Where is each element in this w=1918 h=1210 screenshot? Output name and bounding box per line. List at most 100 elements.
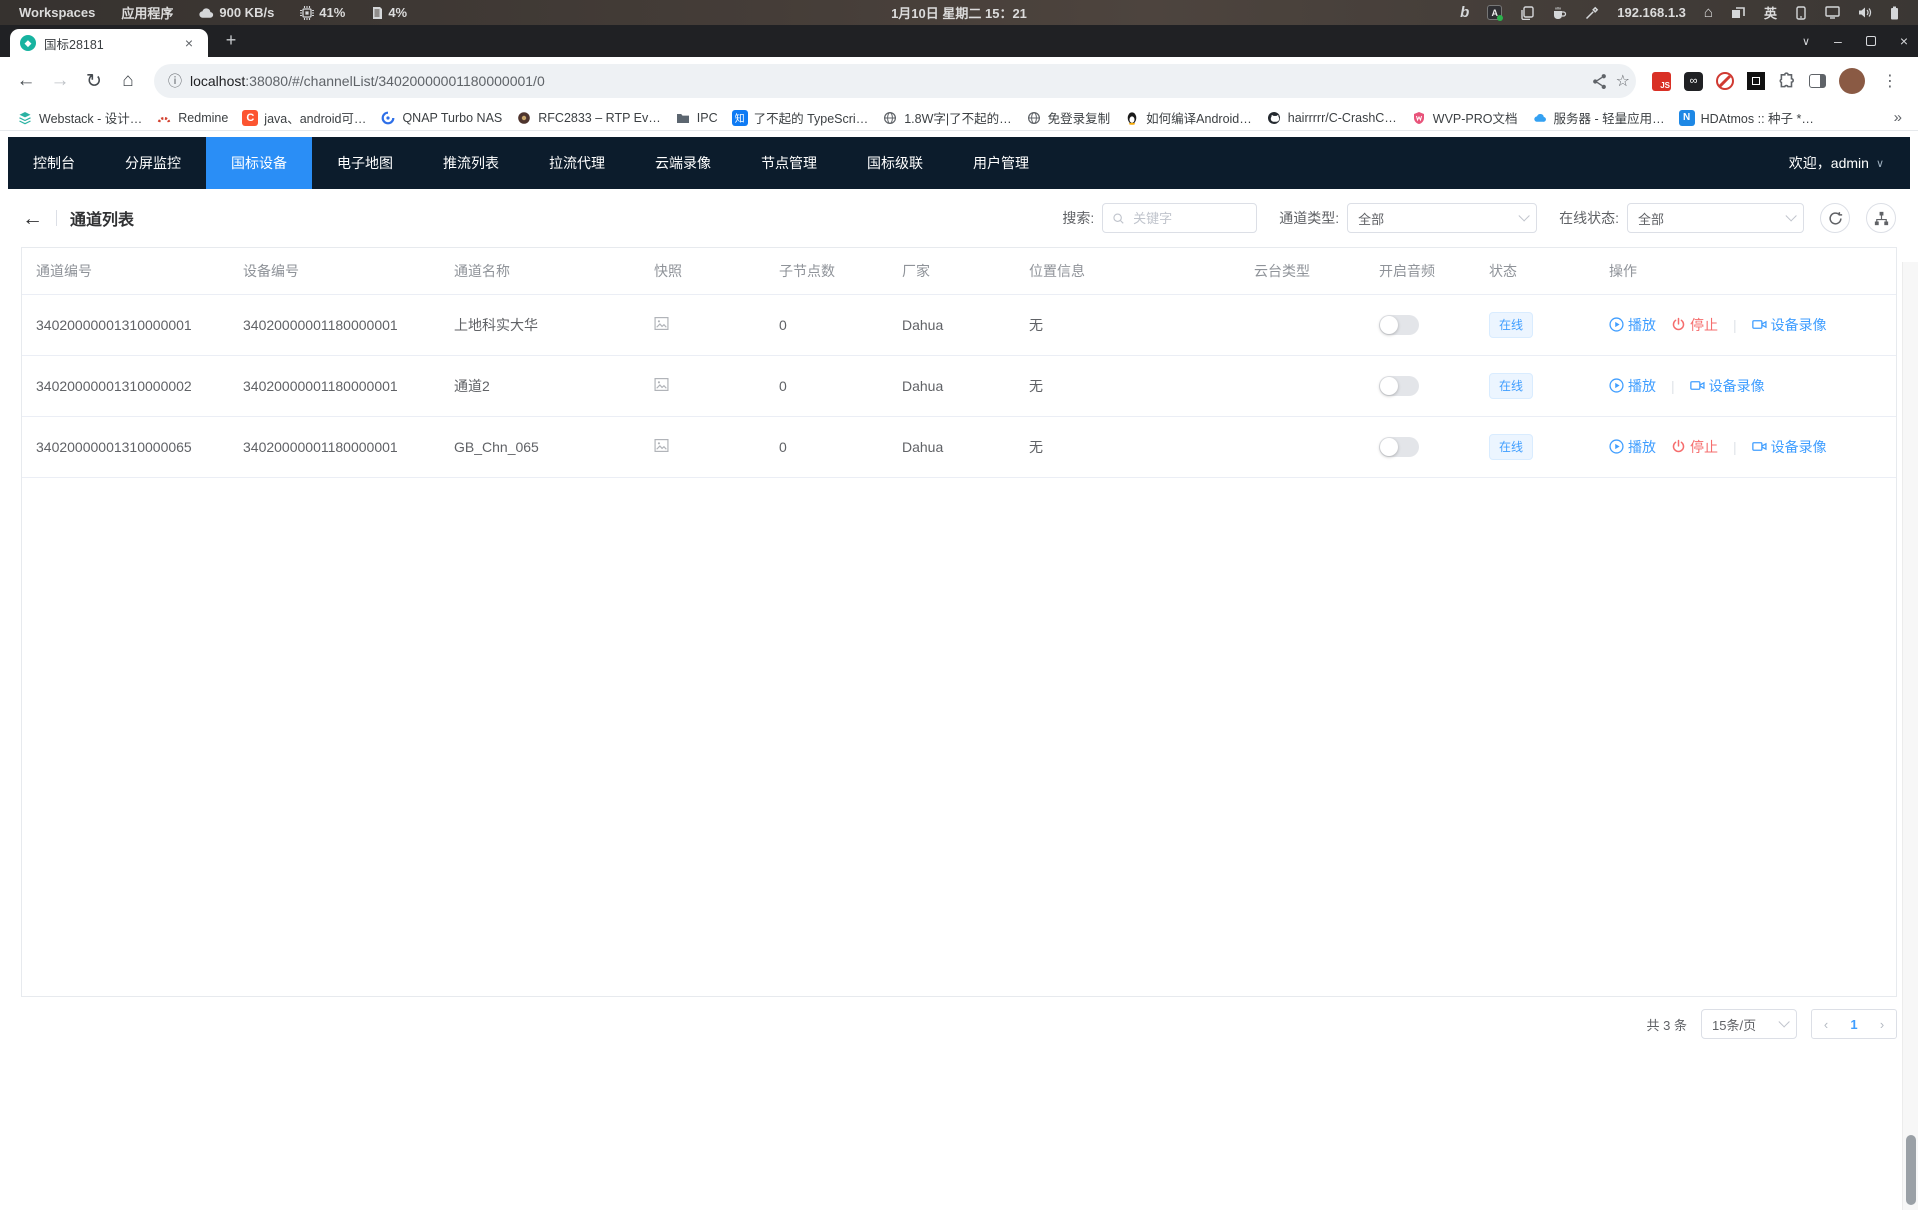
current-page[interactable]: 1 [1840, 1017, 1868, 1032]
home-tray-icon[interactable]: ⌂ [1695, 0, 1722, 25]
browser-tab[interactable]: ◆ 国标28181 × [10, 29, 208, 57]
bing-tray-icon[interactable]: b [1451, 0, 1478, 25]
nav-item-gb-cascade[interactable]: 国标级联 [842, 137, 948, 189]
nav-item-push-stream-list[interactable]: 推流列表 [418, 137, 524, 189]
nav-item-split-screen[interactable]: 分屏监控 [100, 137, 206, 189]
input-method-indicator[interactable]: 英 [1755, 0, 1786, 25]
bookmarks-overflow-icon[interactable]: » [1888, 109, 1908, 126]
device-tree-button[interactable] [1866, 203, 1896, 233]
audio-toggle[interactable] [1379, 376, 1419, 396]
color-picker-tray-icon[interactable] [1576, 0, 1608, 25]
nav-item-console[interactable]: 控制台 [8, 137, 100, 189]
stop-button[interactable]: 停止 [1671, 437, 1718, 457]
reload-button[interactable]: ↻ [78, 65, 110, 97]
bookmark-zhihu-typescript[interactable]: 知 了不起的 TypeScri… [725, 106, 876, 129]
dark-square-extension-icon[interactable] [1747, 72, 1765, 90]
site-info-icon[interactable]: ⓘ [168, 71, 182, 91]
display-tray-icon[interactable] [1816, 0, 1849, 25]
stop-button[interactable]: 停止 [1671, 315, 1718, 335]
bookmark-folder-ipc[interactable]: IPC [668, 108, 725, 128]
device-record-button[interactable]: 设备录像 [1752, 437, 1827, 457]
col-ptz-type: 云台类型 [1244, 248, 1369, 294]
nav-item-e-map[interactable]: 电子地图 [312, 137, 418, 189]
play-circle-icon [1609, 317, 1624, 332]
profile-avatar[interactable] [1839, 68, 1865, 94]
window-minimize-button[interactable]: – [1834, 33, 1842, 49]
address-bar[interactable]: ⓘ localhost:38080/#/channelList/34020000… [154, 64, 1636, 98]
audio-toggle[interactable] [1379, 315, 1419, 335]
forward-button[interactable]: → [44, 65, 76, 97]
system-clock[interactable]: 1月10日 星期二 15：21 [891, 3, 1027, 22]
bookmark-redmine[interactable]: Redmine [149, 108, 235, 128]
window-maximize-button[interactable] [1866, 36, 1876, 46]
new-tab-button[interactable]: + [218, 27, 244, 53]
audio-toggle[interactable] [1379, 437, 1419, 457]
play-circle-icon [1609, 378, 1624, 393]
coffee-tray-icon[interactable] [1543, 0, 1576, 25]
nav-item-user-manage[interactable]: 用户管理 [948, 137, 1054, 189]
adblocker-extension-icon[interactable] [1716, 72, 1734, 90]
next-page-button[interactable]: › [1868, 1017, 1896, 1032]
nav-item-node-manage[interactable]: 节点管理 [736, 137, 842, 189]
nav-item-cloud-record[interactable]: 云端录像 [630, 137, 736, 189]
bookmark-github[interactable]: hairrrrr/C-CrashC… [1259, 108, 1404, 128]
bookmark-qnap[interactable]: QNAP Turbo NAS [373, 108, 509, 128]
bookmark-copy-free[interactable]: 免登录复制 [1019, 106, 1118, 129]
phone-link-tray-icon[interactable] [1786, 0, 1816, 25]
cpu-usage-indicator[interactable]: 41% [291, 0, 354, 25]
nav-item-gb-devices[interactable]: 国标设备 [206, 137, 312, 189]
tab-close-icon[interactable]: × [180, 34, 198, 52]
share-icon[interactable] [1591, 73, 1608, 90]
scrollbar-thumb[interactable] [1906, 1135, 1916, 1205]
bookmark-wvp-docs[interactable]: WVP-PRO文档 [1404, 106, 1525, 129]
nav-item-pull-stream-proxy[interactable]: 拉流代理 [524, 137, 630, 189]
user-welcome-menu[interactable]: 欢迎，admin ∨ [1789, 153, 1910, 173]
memory-usage-indicator[interactable]: 4% [362, 0, 416, 25]
bookmark-cloud-server[interactable]: 服务器 - 轻量应用… [1525, 106, 1672, 129]
bookmark-rfc2833[interactable]: RFC2833 – RTP Ev… [509, 108, 668, 128]
search-input[interactable] [1131, 210, 1247, 227]
battery-tray-icon[interactable] [1881, 0, 1908, 25]
channel-type-select[interactable]: 全部 [1347, 203, 1537, 233]
back-arrow-button[interactable]: ← [22, 208, 43, 229]
bookmark-android-build[interactable]: 如何编译Android… [1117, 106, 1259, 129]
search-input-box[interactable] [1102, 203, 1257, 233]
json-viewer-extension-icon[interactable]: JS [1652, 72, 1671, 91]
side-panel-icon[interactable] [1809, 74, 1826, 88]
play-button[interactable]: 播放 [1609, 437, 1656, 457]
net-speed-indicator[interactable]: 900 KB/s [190, 0, 283, 25]
tab-search-icon[interactable]: ∨ [1802, 35, 1810, 48]
ip-address-indicator[interactable]: 192.168.1.3 [1608, 0, 1695, 25]
snapshot-icon[interactable] [654, 316, 669, 331]
bookmark-csdn[interactable]: C java、android可… [235, 106, 373, 129]
clipboard-tray-icon[interactable] [1511, 0, 1543, 25]
extensions-puzzle-icon[interactable] [1778, 72, 1796, 90]
prev-page-button[interactable]: ‹ [1812, 1017, 1840, 1032]
divider [56, 210, 57, 226]
window-close-button[interactable]: × [1900, 33, 1908, 49]
system-top-bar: Workspaces 应用程序 900 KB/s 41% 4% 1月10日 星期… [0, 0, 1918, 25]
back-button[interactable]: ← [10, 65, 42, 97]
device-record-button[interactable]: 设备录像 [1752, 315, 1827, 335]
workspace-switcher-icon[interactable] [1722, 0, 1755, 25]
online-status-select[interactable]: 全部 [1627, 203, 1804, 233]
applications-menu[interactable]: 应用程序 [112, 0, 182, 25]
bookmark-article[interactable]: 1.8W字|了不起的… [875, 106, 1018, 129]
tab-title: 国标28181 [44, 34, 172, 53]
device-record-button[interactable]: 设备录像 [1690, 376, 1765, 396]
page-size-select[interactable]: 15条/页 [1701, 1009, 1797, 1039]
goggles-extension-icon[interactable]: ∞ [1684, 72, 1703, 91]
refresh-button[interactable] [1820, 203, 1850, 233]
play-button[interactable]: 播放 [1609, 315, 1656, 335]
snapshot-icon[interactable] [654, 438, 669, 453]
browser-home-button[interactable]: ⌂ [112, 65, 144, 97]
volume-tray-icon[interactable] [1849, 0, 1881, 25]
screenshot-app-tray-icon[interactable]: A [1478, 0, 1511, 25]
snapshot-icon[interactable] [654, 377, 669, 392]
bookmark-hdatmos[interactable]: N HDAtmos :: 种子 *… [1672, 106, 1821, 129]
workspaces-button[interactable]: Workspaces [10, 0, 104, 25]
browser-menu-icon[interactable]: ⋮ [1878, 71, 1902, 91]
bookmark-webstack[interactable]: Webstack - 设计… [10, 106, 149, 129]
play-button[interactable]: 播放 [1609, 376, 1656, 396]
bookmark-star-icon[interactable]: ☆ [1616, 71, 1630, 91]
